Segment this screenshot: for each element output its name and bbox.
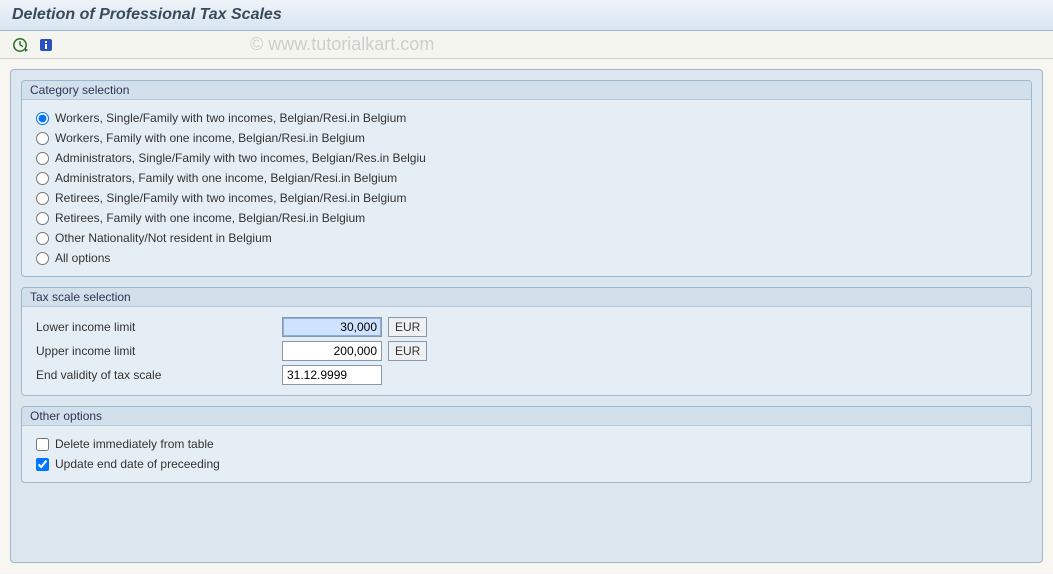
info-button[interactable]: [36, 35, 56, 55]
upper-limit-row: Upper income limit EUR: [36, 339, 1017, 363]
info-icon: [38, 37, 54, 53]
update-end-date-label: Update end date of preceeding: [55, 457, 220, 471]
category-label-2: Administrators, Single/Family with two i…: [55, 151, 426, 165]
lower-limit-row: Lower income limit EUR: [36, 315, 1017, 339]
category-option-2[interactable]: Administrators, Single/Family with two i…: [36, 148, 1017, 168]
delete-immediately-label: Delete immediately from table: [55, 437, 214, 451]
category-group: Category selection Workers, Single/Famil…: [21, 80, 1032, 277]
upper-limit-label: Upper income limit: [36, 344, 276, 358]
clock-execute-icon: [12, 37, 28, 53]
category-option-6[interactable]: Other Nationality/Not resident in Belgiu…: [36, 228, 1017, 248]
category-label-4: Retirees, Single/Family with two incomes…: [55, 191, 406, 205]
tax-scale-legend: Tax scale selection: [22, 288, 1031, 307]
end-validity-input[interactable]: [282, 365, 382, 385]
lower-limit-unit: EUR: [388, 317, 427, 337]
delete-immediately-checkbox[interactable]: [36, 438, 49, 451]
category-radio-4[interactable]: [36, 192, 49, 205]
category-radio-1[interactable]: [36, 132, 49, 145]
category-option-0[interactable]: Workers, Single/Family with two incomes,…: [36, 108, 1017, 128]
upper-limit-unit: EUR: [388, 341, 427, 361]
end-validity-label: End validity of tax scale: [36, 368, 276, 382]
lower-limit-input[interactable]: [282, 317, 382, 337]
category-label-1: Workers, Family with one income, Belgian…: [55, 131, 365, 145]
page-title: Deletion of Professional Tax Scales: [12, 6, 1041, 24]
category-option-1[interactable]: Workers, Family with one income, Belgian…: [36, 128, 1017, 148]
other-options-legend: Other options: [22, 407, 1031, 426]
other-options-group: Other options Delete immediately from ta…: [21, 406, 1032, 483]
category-option-5[interactable]: Retirees, Family with one income, Belgia…: [36, 208, 1017, 228]
update-end-date-checkbox[interactable]: [36, 458, 49, 471]
lower-limit-label: Lower income limit: [36, 320, 276, 334]
category-option-3[interactable]: Administrators, Family with one income, …: [36, 168, 1017, 188]
category-label-6: Other Nationality/Not resident in Belgiu…: [55, 231, 272, 245]
main-area: Category selection Workers, Single/Famil…: [0, 59, 1053, 573]
category-radio-2[interactable]: [36, 152, 49, 165]
category-option-7[interactable]: All options: [36, 248, 1017, 268]
category-radio-6[interactable]: [36, 232, 49, 245]
category-option-4[interactable]: Retirees, Single/Family with two incomes…: [36, 188, 1017, 208]
category-content: Workers, Single/Family with two incomes,…: [22, 100, 1031, 276]
category-radio-0[interactable]: [36, 112, 49, 125]
end-validity-row: End validity of tax scale: [36, 363, 1017, 387]
category-legend: Category selection: [22, 81, 1031, 100]
category-label-5: Retirees, Family with one income, Belgia…: [55, 211, 365, 225]
update-end-date-row[interactable]: Update end date of preceeding: [36, 454, 1017, 474]
category-label-3: Administrators, Family with one income, …: [55, 171, 397, 185]
content-panel: Category selection Workers, Single/Famil…: [10, 69, 1043, 563]
delete-immediately-row[interactable]: Delete immediately from table: [36, 434, 1017, 454]
category-radio-3[interactable]: [36, 172, 49, 185]
execute-button[interactable]: [10, 35, 30, 55]
other-options-content: Delete immediately from table Update end…: [22, 426, 1031, 482]
category-label-7: All options: [55, 251, 110, 265]
category-radio-7[interactable]: [36, 252, 49, 265]
tax-scale-content: Lower income limit EUR Upper income limi…: [22, 307, 1031, 395]
category-radio-5[interactable]: [36, 212, 49, 225]
toolbar: [0, 31, 1053, 59]
category-label-0: Workers, Single/Family with two incomes,…: [55, 111, 406, 125]
upper-limit-input[interactable]: [282, 341, 382, 361]
tax-scale-group: Tax scale selection Lower income limit E…: [21, 287, 1032, 396]
title-bar: Deletion of Professional Tax Scales: [0, 0, 1053, 31]
